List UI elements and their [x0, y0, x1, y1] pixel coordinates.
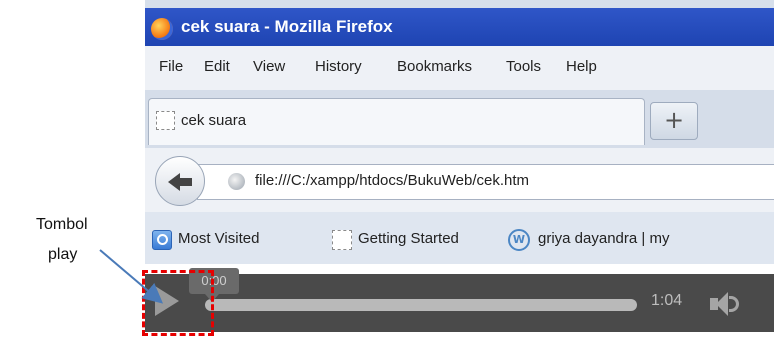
- play-button-highlight: [142, 270, 214, 336]
- menu-item-history[interactable]: History: [315, 58, 362, 75]
- new-tab-button[interactable]: +: [650, 102, 698, 140]
- bookmarks-toolbar: Most Visited Getting Started W griya day…: [145, 212, 774, 264]
- wordpress-icon: W: [508, 229, 530, 251]
- menu-item-view[interactable]: View: [253, 58, 285, 75]
- back-button[interactable]: [155, 156, 205, 206]
- volume-icon[interactable]: [710, 291, 744, 317]
- menu-item-help[interactable]: Help: [566, 58, 597, 75]
- tab-strip: cek suara +: [145, 90, 774, 148]
- menu-item-edit[interactable]: Edit: [204, 58, 230, 75]
- url-bar[interactable]: file:///C:/xampp/htdocs/BukuWeb/cek.htm: [197, 164, 774, 200]
- site-identity-icon[interactable]: [228, 173, 245, 190]
- page-icon: [156, 111, 175, 130]
- annotation-label: Tombol play: [34, 210, 114, 270]
- menu-item-tools[interactable]: Tools: [506, 58, 541, 75]
- title-bar: cek suara - Mozilla Firefox: [145, 8, 774, 46]
- annotation-label-line1: Tombol: [36, 216, 88, 233]
- tab-label: cek suara: [181, 112, 247, 129]
- url-text: file:///C:/xampp/htdocs/BukuWeb/cek.htm: [255, 172, 530, 189]
- bookmark-getting-started[interactable]: Getting Started: [358, 230, 459, 247]
- back-arrow-stem: [178, 178, 192, 186]
- audio-player: 0:00 1:04: [145, 268, 774, 332]
- browser-window: cek suara - Mozilla Firefox File Edit Vi…: [145, 0, 774, 341]
- volume-icon-cone: [716, 292, 728, 316]
- menu-item-file[interactable]: File: [159, 58, 183, 75]
- page-icon: [332, 230, 352, 250]
- menu-bar: File Edit View History Bookmarks Tools H…: [145, 46, 774, 91]
- menu-item-bookmarks[interactable]: Bookmarks: [397, 58, 472, 75]
- bookmark-griya-dayandra[interactable]: griya dayandra | my: [538, 230, 669, 247]
- page-content: 0:00 1:04: [145, 264, 774, 341]
- annotation-label-line2: play: [48, 246, 78, 263]
- bookmark-most-visited[interactable]: Most Visited: [178, 230, 259, 247]
- firefox-logo-icon: [151, 18, 173, 40]
- seek-bar[interactable]: [205, 299, 637, 311]
- most-visited-icon: [152, 230, 172, 250]
- navigation-bar: file:///C:/xampp/htdocs/BukuWeb/cek.htm: [145, 148, 774, 212]
- volume-icon-wave: [729, 296, 739, 312]
- tab-cek-suara[interactable]: cek suara: [148, 98, 645, 145]
- window-title: cek suara - Mozilla Firefox: [181, 17, 393, 36]
- duration-label: 1:04: [651, 292, 683, 309]
